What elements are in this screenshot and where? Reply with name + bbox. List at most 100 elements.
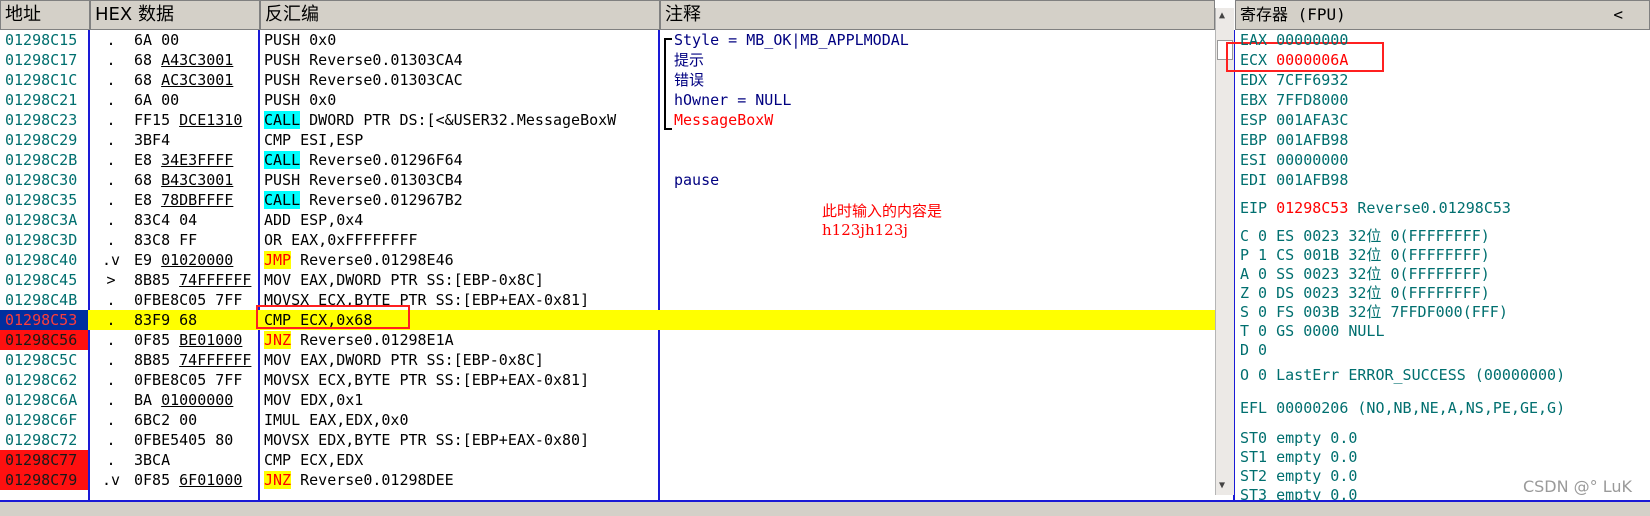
comment-bracket <box>664 38 672 130</box>
row-jump-marker: . <box>106 311 116 329</box>
row-jump-marker: . <box>106 191 116 209</box>
row-hex: 83C4 04 <box>134 211 198 229</box>
reg-ecx[interactable]: ECX 0000006A <box>1240 50 1348 70</box>
table-row[interactable]: 01298C72. 0FBE5405 80 MOVSX EDX,BYTE PTR S… <box>0 430 1215 450</box>
row-jump-marker: .v <box>101 251 121 269</box>
table-row[interactable]: 01298C6A. BA 01000000 MOV EDX,0x1 <box>0 390 1215 410</box>
table-row[interactable]: 01298C23. FF15 DCE1310 CALL DWORD PTR DS:[… <box>0 110 1215 130</box>
row-hex: 3BF4 <box>134 131 171 149</box>
reg-edx[interactable]: EDX 7CFF6932 <box>1240 70 1348 90</box>
row-disassembly: JMP Reverse0.01298E46 <box>264 251 454 269</box>
row-comment <box>674 150 1214 170</box>
reg-ebp[interactable]: EBP 001AFB98 <box>1240 130 1348 150</box>
reg-edi[interactable]: EDI 001AFB98 <box>1240 170 1348 190</box>
row-address: 01298C3D <box>5 231 78 249</box>
flag-row[interactable]: T 0 GS 0000 NULL <box>1240 321 1385 341</box>
row-disassembly: MOV EAX,DWORD PTR SS:[EBP-0x8C] <box>264 271 544 289</box>
reg-eip[interactable]: EIP 01298C53 Reverse0.01298C53 <box>1240 198 1511 218</box>
collapse-icon[interactable]: < <box>1613 1 1623 29</box>
row-jump-marker: . <box>106 71 116 89</box>
row-hex: E9 01020000 <box>134 251 234 269</box>
row-jump-marker: . <box>106 31 116 49</box>
table-row[interactable]: 01298C77. 3BCA CMP ECX,EDX <box>0 450 1215 470</box>
table-row[interactable]: 01298C53. 83F9 68 CMP ECX,0x68 <box>0 310 1215 330</box>
table-row[interactable]: 01298C1C. 68 AC3C3001 PUSH Reverse0.01303C… <box>0 70 1215 90</box>
row-jump-marker: . <box>106 431 116 449</box>
row-disassembly: MOVSX EDX,BYTE PTR SS:[EBP+EAX-0x80] <box>264 431 590 449</box>
table-row[interactable]: 01298C6F. 6BC2 00 IMUL EAX,EDX,0x0 <box>0 410 1215 430</box>
flag-row[interactable]: A 0 SS 0023 32位 0(FFFFFFFF) <box>1240 264 1490 284</box>
table-row[interactable]: 01298C29. 3BF4 CMP ESI,ESP <box>0 130 1215 150</box>
header-comment[interactable]: 注释 <box>660 0 1215 30</box>
row-hex: 0FBE5405 80 <box>134 431 234 449</box>
row-comment <box>674 290 1214 310</box>
table-row[interactable]: 01298C35. E8 78DBFFFF CALL Reverse0.012967… <box>0 190 1215 210</box>
row-hex: 68 B43C3001 <box>134 171 234 189</box>
reg-efl[interactable]: EFL 00000206 (NO,NB,NE,A,NS,PE,GE,G) <box>1240 398 1565 418</box>
table-row[interactable]: 01298C5C. 8B85 74FFFFFF MOV EAX,DWORD PTR … <box>0 350 1215 370</box>
row-disassembly: IMUL EAX,EDX,0x0 <box>264 411 409 429</box>
row-disassembly: CALL Reverse0.01296F64 <box>264 151 463 169</box>
header-comment-label: 注释 <box>665 4 701 25</box>
table-row[interactable]: 01298C3A. 83C4 04 ADD ESP,0x4 <box>0 210 1215 230</box>
row-address: 01298C72 <box>5 431 78 449</box>
header-hex-label: HEX 数据 <box>95 4 174 25</box>
flag-row[interactable]: O 0 LastErr ERROR_SUCCESS (00000000) <box>1240 365 1565 385</box>
row-comment <box>674 470 1214 490</box>
row-disassembly: CALL Reverse0.012967B2 <box>264 191 463 209</box>
table-row[interactable]: 01298C62. 0FBE8C05 7FF MOVSX ECX,BYTE PTR … <box>0 370 1215 390</box>
row-hex: 83F9 68 <box>134 311 198 329</box>
scroll-up-icon[interactable]: ▲ <box>1219 10 1225 21</box>
row-disassembly: MOVSX ECX,BYTE PTR SS:[EBP+EAX-0x81] <box>264 371 590 389</box>
row-address: 01298C15 <box>5 31 78 49</box>
row-disassembly: PUSH Reverse0.01303CAC <box>264 71 463 89</box>
table-row[interactable]: 01298C21. 6A 00 PUSH 0x0 hOwner = NULL <box>0 90 1215 110</box>
reg-esp[interactable]: ESP 001AFA3C <box>1240 110 1348 130</box>
scroll-down-icon[interactable]: ▼ <box>1219 480 1225 491</box>
header-address[interactable]: 地址 <box>0 0 90 30</box>
table-row[interactable]: 01298C40 .v E9 01020000 JMP Reverse0.01298E… <box>0 250 1215 270</box>
header-disassembly[interactable]: 反汇编 <box>260 0 660 30</box>
table-row[interactable]: 01298C3D. 83C8 FF OR EAX,0xFFFFFFFF <box>0 230 1215 250</box>
highlight-cmp-box <box>256 305 410 329</box>
row-disassembly: JNZ Reverse0.01298E1A <box>264 331 454 349</box>
flag-row[interactable]: S 0 FS 003B 32位 7FFDF000(FFF) <box>1240 302 1508 322</box>
table-row[interactable]: 01298C30. 68 B43C3001 PUSH Reverse0.01303C… <box>0 170 1215 190</box>
flag-row[interactable]: P 1 CS 001B 32位 0(FFFFFFFF) <box>1240 245 1490 265</box>
row-address: 01298C56 <box>0 330 88 350</box>
row-address: 01298C77 <box>0 450 88 470</box>
fpu-register[interactable]: ST1 empty 0.0 <box>1240 447 1357 467</box>
flag-row[interactable]: Z 0 DS 0023 32位 0(FFFFFFFF) <box>1240 283 1490 303</box>
reg-ebx[interactable]: EBX 7FFD8000 <box>1240 90 1348 110</box>
row-disassembly: CMP ECX,EDX <box>264 451 364 469</box>
row-comment <box>674 250 1214 270</box>
flag-row[interactable]: D 0 <box>1240 340 1267 360</box>
row-address: 01298C2B <box>5 151 78 169</box>
table-row[interactable]: 01298C45 >8B85 74FFFFFF MOV EAX,DWORD PTR … <box>0 270 1215 290</box>
row-jump-marker: . <box>106 151 116 169</box>
row-comment <box>674 430 1214 450</box>
table-row[interactable]: 01298C56. 0F85 BE01000 JNZ Reverse0.01298E… <box>0 330 1215 350</box>
row-jump-marker: . <box>106 331 116 349</box>
row-comment: pause <box>674 171 720 189</box>
table-row[interactable]: 01298C15. 6A 00 PUSH 0x0 Style = MB_OK|MB_A… <box>0 30 1215 50</box>
table-row[interactable]: 01298C4B. 0FBE8C05 7FF MOVSX ECX,BYTE PTR … <box>0 290 1215 310</box>
table-row[interactable]: 01298C79 .v 0F85 6F01000 JNZ Reverse0.01298… <box>0 470 1215 490</box>
fpu-register[interactable]: ST2 empty 0.0 <box>1240 466 1357 486</box>
table-row[interactable]: 01298C2B. E8 34E3FFFF CALL Reverse0.01296F… <box>0 150 1215 170</box>
row-hex: 6BC2 00 <box>134 411 198 429</box>
flag-row[interactable]: C 0 ES 0023 32位 0(FFFFFFFF) <box>1240 226 1490 246</box>
row-comment: hOwner = NULL <box>674 91 792 109</box>
disasm-scrollbar[interactable]: ▲ ▼ <box>1215 8 1234 495</box>
reg-eax[interactable]: EAX 00000000 <box>1240 30 1348 50</box>
row-comment <box>674 350 1214 370</box>
header-hex[interactable]: HEX 数据 <box>90 0 260 30</box>
row-disassembly: ADD ESP,0x4 <box>264 211 364 229</box>
row-hex: 83C8 FF <box>134 231 198 249</box>
row-jump-marker: . <box>106 351 116 369</box>
row-address: 01298C4B <box>5 291 78 309</box>
fpu-register[interactable]: ST0 empty 0.0 <box>1240 428 1357 448</box>
reg-esi[interactable]: ESI 00000000 <box>1240 150 1348 170</box>
header-registers[interactable]: 寄存器 (FPU) < <box>1235 0 1650 30</box>
table-row[interactable]: 01298C17. 68 A43C3001 PUSH Reverse0.01303C… <box>0 50 1215 70</box>
